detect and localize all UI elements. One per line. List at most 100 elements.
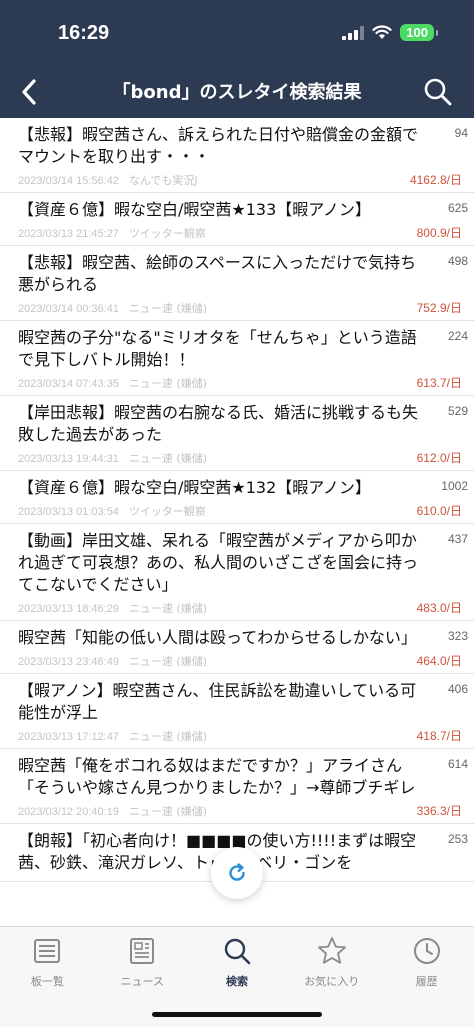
thread-meta: 2023/03/13 18:46:29 ニュー速 (嫌儲) 483.0/日: [18, 599, 462, 616]
tab-icon-wrap: [219, 933, 255, 969]
thread-speed: 418.7/日: [416, 729, 462, 743]
thread-row[interactable]: 暇空茜「知能の低い人間は殴ってわからせるしかない」 323 2023/03/13…: [0, 621, 474, 674]
thread-meta-left: 2023/03/13 21:45:27 ツイッター観察: [18, 225, 206, 241]
thread-title: 【資産６億】暇な空白/暇空茜★133【暇アノン】: [18, 200, 371, 219]
search-button[interactable]: [420, 74, 456, 110]
thread-date: 2023/03/13 17:12:47: [18, 731, 119, 743]
thread-title: 暇空茜「俺をボコれる奴はまだですか？」アライさん「そういや嫁さん見つかりましたか…: [18, 756, 416, 797]
thread-board: ツイッター観察: [128, 227, 206, 240]
thread-board: ニュー速 (嫌儲): [128, 805, 208, 818]
thread-meta: 2023/03/13 23:46:49 ニュー速 (嫌儲) 464.0/日: [18, 652, 462, 669]
page-title: 「bond」のスレタイ検索結果: [112, 82, 362, 103]
thread-date: 2023/03/13 23:46:49: [18, 656, 119, 668]
thread-meta: 2023/03/13 01:03:54 ツイッター観察 610.0/日: [18, 502, 462, 519]
thread-meta: 2023/03/13 19:44:31 ニュー速 (嫌儲) 612.0/日: [18, 449, 462, 466]
thread-response-count: 406: [447, 682, 468, 696]
thread-meta-left: 2023/03/13 18:46:29 ニュー速 (嫌儲): [18, 600, 207, 616]
app-header: 16:29 100 「bond」のスレタイ検索結果: [0, 0, 474, 118]
tab-favorites[interactable]: お気に入り: [284, 927, 379, 999]
thread-date: 2023/03/13 01:03:54: [18, 506, 119, 518]
thread-response-count: 224: [447, 329, 468, 343]
wifi-icon: [372, 25, 392, 39]
thread-board: ニュー速 (嫌儲): [128, 730, 208, 743]
thread-speed: 4162.8/日: [409, 173, 462, 187]
thread-board: ニュー速 (嫌儲): [128, 452, 208, 465]
thread-response-count: 253: [447, 832, 468, 846]
tab-board-list[interactable]: 板一覧: [0, 927, 95, 999]
news-icon: [130, 938, 155, 964]
tab-icon-wrap: [29, 933, 65, 969]
thread-board: ニュー速 (嫌儲): [128, 377, 208, 390]
home-indicator: [152, 1012, 322, 1017]
thread-date: 2023/03/13 19:44:31: [18, 453, 119, 465]
tab-bar: 板一覧 ニュース 検索 お気に入り 履歴: [0, 926, 474, 1027]
thread-meta: 2023/03/14 07:43:35 ニュー速 (嫌儲) 613.7/日: [18, 374, 462, 391]
thread-row[interactable]: 【資産６億】暇な空白/暇空茜★132【暇アノン】 1002 2023/03/13…: [0, 471, 474, 524]
thread-row[interactable]: 暇空茜の子分"なる"ミリオタを「せんちゃ」という造語で見下しバトル開始！！ 22…: [0, 321, 474, 396]
thread-title: 【暇アノン】暇空茜さん、住民訴訟を勘違いしている可能性が浮上: [18, 681, 417, 722]
thread-date: 2023/03/13 18:46:29: [18, 603, 119, 615]
thread-date: 2023/03/14 00:36:41: [18, 303, 119, 315]
thread-response-count: 323: [447, 629, 468, 643]
tab-label: 板一覧: [30, 975, 64, 988]
signal-icon: [342, 25, 365, 40]
thread-meta: 2023/03/14 00:36:41 ニュー速 (嫌儲) 752.9/日: [18, 299, 462, 316]
thread-row[interactable]: 【動画】岸田文雄、呆れる「暇空茜がメディアから叩かれ過ぎて可哀想？あの、私人間の…: [0, 524, 474, 621]
thread-meta: 2023/03/13 21:45:27 ツイッター観察 800.9/日: [18, 224, 462, 241]
thread-speed: 483.0/日: [416, 601, 462, 615]
chevron-left-icon: [22, 79, 36, 105]
thread-meta-left: 2023/03/13 19:44:31 ニュー速 (嫌儲): [18, 450, 207, 466]
thread-list: 【悲報】暇空茜さん、訴えられた日付や賠償金の金額でマウントを取り出す・・・ 94…: [0, 118, 474, 926]
tab-label: 履歴: [415, 975, 438, 988]
navigation-bar: 「bond」のスレタイ検索結果: [0, 70, 474, 116]
thread-board: ニュー速 (嫌儲): [128, 302, 208, 315]
thread-date: 2023/03/14 15:56:42: [18, 175, 119, 187]
thread-meta: 2023/03/14 15:56:42 なんでも実況J 4162.8/日: [18, 171, 462, 188]
thread-row[interactable]: 【資産６億】暇な空白/暇空茜★133【暇アノン】 625 2023/03/13 …: [0, 193, 474, 246]
thread-meta: 2023/03/12 20:40:19 ニュー速 (嫌儲) 336.3/日: [18, 802, 462, 819]
search-icon: [224, 938, 251, 965]
thread-title: 【悲報】暇空茜、絵師のスペースに入っただけで気持ち悪がられる: [18, 253, 417, 294]
thread-title: 暇空茜の子分"なる"ミリオタを「せんちゃ」という造語で見下しバトル開始！！: [18, 328, 417, 369]
status-time: 16:29: [58, 22, 110, 44]
thread-meta-left: 2023/03/13 23:46:49 ニュー速 (嫌儲): [18, 653, 207, 669]
thread-speed: 752.9/日: [416, 301, 462, 315]
thread-meta: 2023/03/13 17:12:47 ニュー速 (嫌儲) 418.7/日: [18, 727, 462, 744]
thread-speed: 613.7/日: [416, 376, 462, 390]
back-button[interactable]: [12, 74, 48, 110]
refresh-button[interactable]: [211, 847, 263, 899]
thread-meta-left: 2023/03/13 17:12:47 ニュー速 (嫌儲): [18, 728, 207, 744]
thread-row[interactable]: 【岸田悲報】暇空茜の右腕なる氏、婚活に挑戦するも失敗した過去があった 529 2…: [0, 396, 474, 471]
thread-response-count: 614: [447, 757, 468, 771]
tab-label: ニュース: [120, 975, 164, 988]
thread-speed: 464.0/日: [416, 654, 462, 668]
thread-response-count: 437: [447, 532, 468, 546]
thread-response-count: 1002: [441, 479, 468, 493]
thread-meta-left: 2023/03/14 00:36:41 ニュー速 (嫌儲): [18, 300, 207, 316]
board-list-icon: [34, 939, 61, 963]
history-icon: [413, 938, 440, 964]
tab-history[interactable]: 履歴: [379, 927, 474, 999]
thread-date: 2023/03/14 07:43:35: [18, 378, 119, 390]
thread-row[interactable]: 【暇アノン】暇空茜さん、住民訴訟を勘違いしている可能性が浮上 406 2023/…: [0, 674, 474, 749]
refresh-icon: [229, 863, 245, 881]
thread-speed: 800.9/日: [416, 226, 462, 240]
thread-row[interactable]: 【悲報】暇空茜さん、訴えられた日付や賠償金の金額でマウントを取り出す・・・ 94…: [0, 118, 474, 193]
thread-title: 【動画】岸田文雄、呆れる「暇空茜がメディアから叩かれ過ぎて可哀想？あの、私人間の…: [18, 531, 419, 594]
tab-search[interactable]: 検索: [190, 927, 285, 999]
thread-row[interactable]: 【悲報】暇空茜、絵師のスペースに入っただけで気持ち悪がられる 498 2023/…: [0, 246, 474, 321]
thread-speed: 610.0/日: [416, 504, 462, 518]
thread-response-count: 625: [447, 201, 468, 215]
thread-board: なんでも実況J: [128, 174, 198, 187]
tab-icon-wrap: [409, 933, 445, 969]
thread-speed: 612.0/日: [416, 451, 462, 465]
thread-response-count: 529: [447, 404, 468, 418]
thread-meta-left: 2023/03/12 20:40:19 ニュー速 (嫌儲): [18, 803, 207, 819]
thread-row[interactable]: 暇空茜「俺をボコれる奴はまだですか？」アライさん「そういや嫁さん見つかりましたか…: [0, 749, 474, 824]
battery-indicator: 100: [400, 24, 438, 41]
thread-date: 2023/03/13 21:45:27: [18, 228, 119, 240]
tab-news[interactable]: ニュース: [95, 927, 190, 999]
thread-response-count: 94: [454, 126, 468, 140]
tab-label: 検索: [225, 975, 248, 988]
thread-meta-left: 2023/03/13 01:03:54 ツイッター観察: [18, 503, 206, 519]
